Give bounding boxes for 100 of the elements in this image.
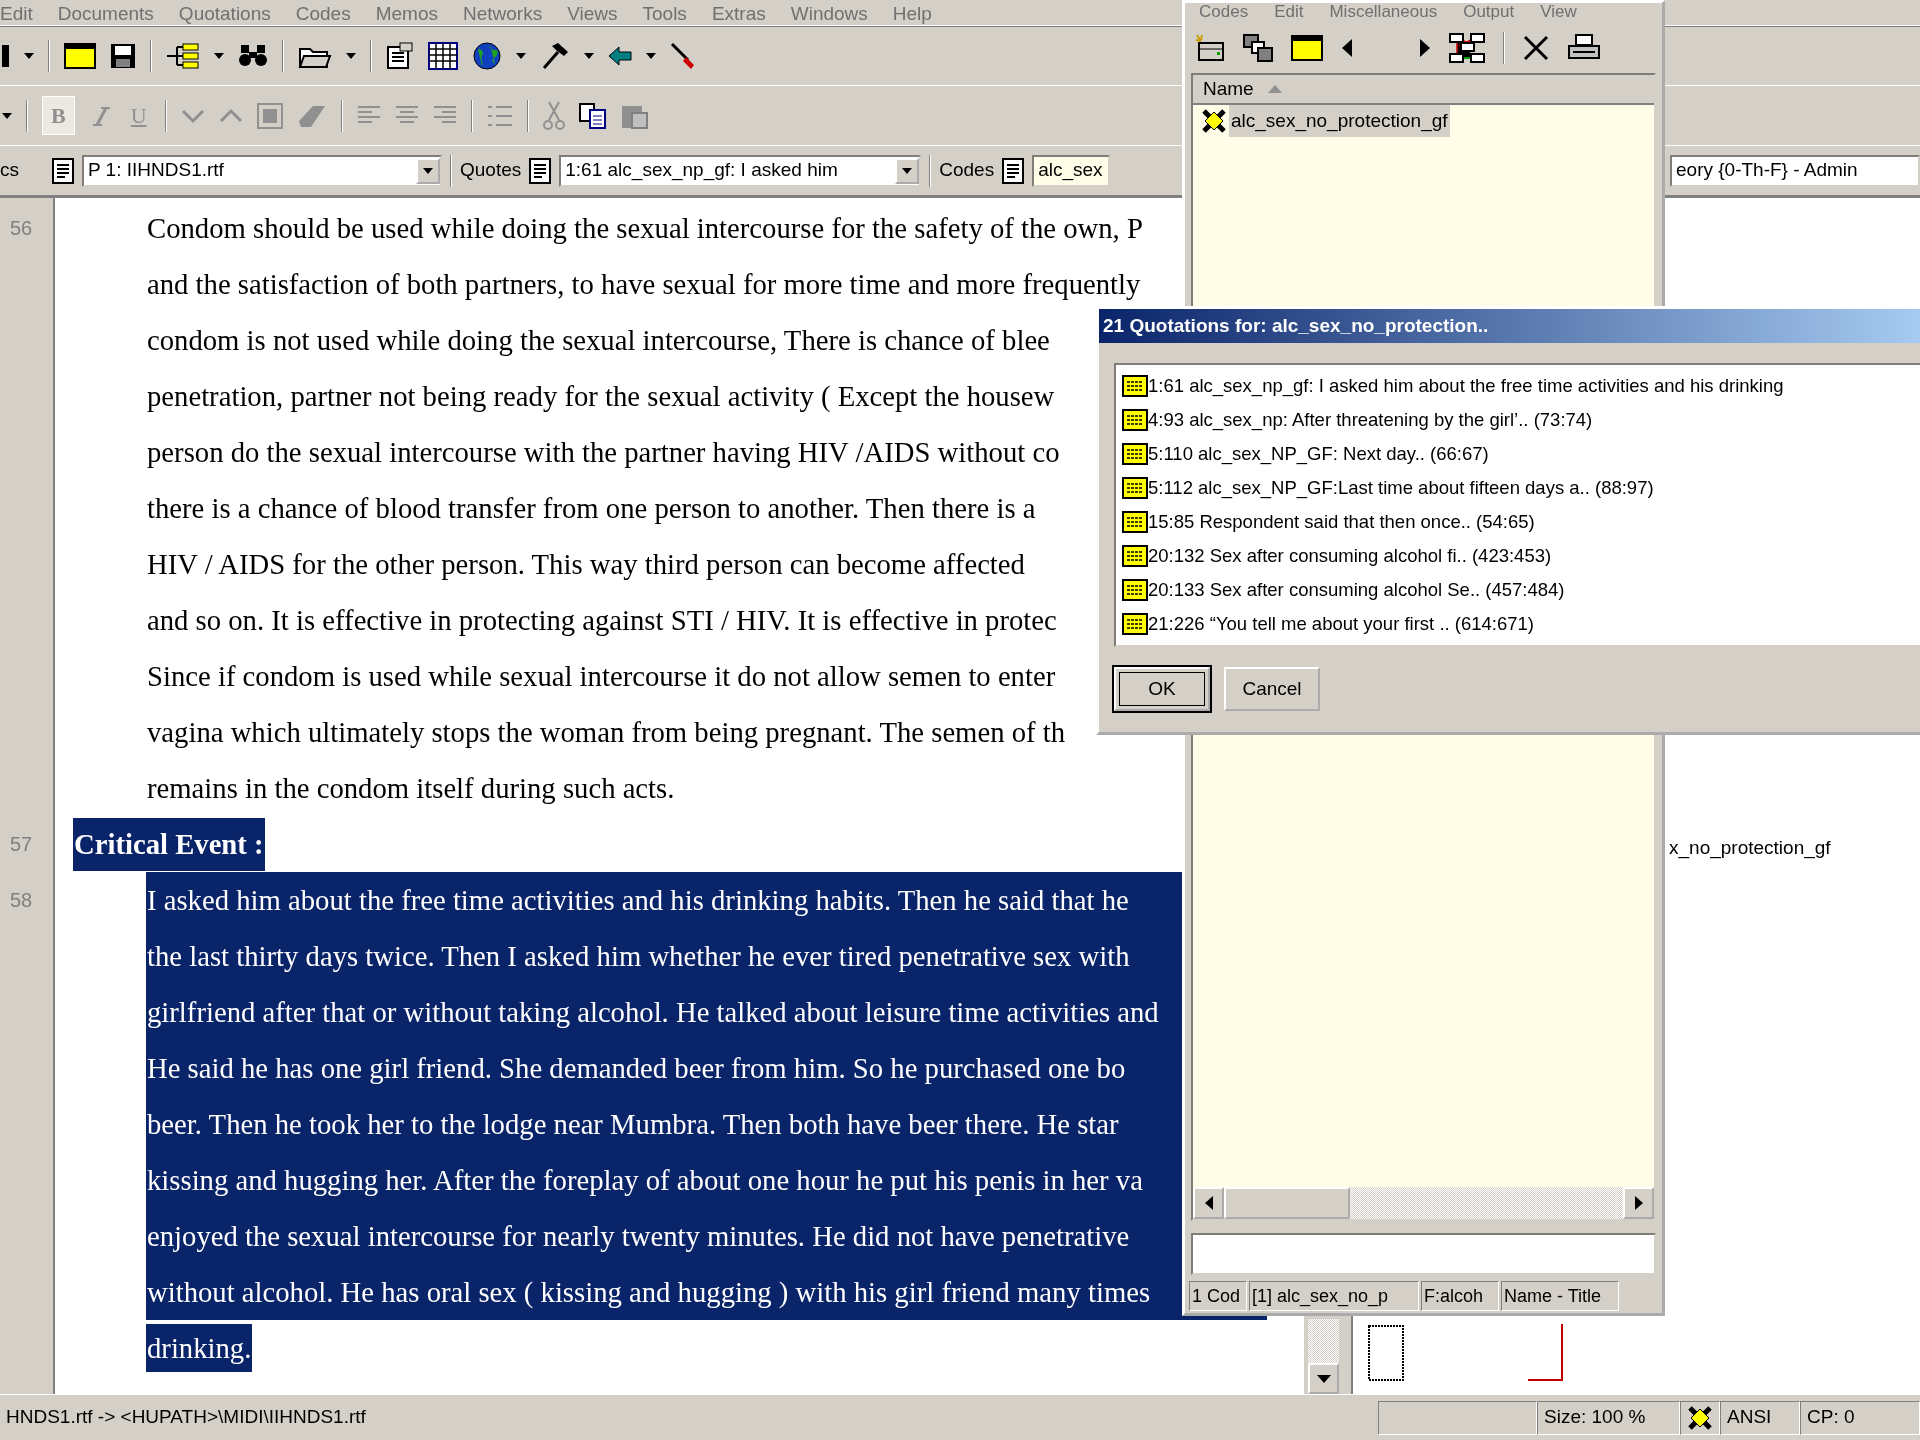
status-panel: Name - Title <box>1501 1281 1619 1311</box>
dropdown-caret-icon[interactable] <box>646 52 656 59</box>
quotation-item[interactable]: 20:132 Sex after consuming alcohol fi.. (423:453) <box>1148 542 1552 570</box>
close-icon[interactable] <box>1523 35 1549 61</box>
quotation-item[interactable]: 1:61 alc_sex_np_gf: I asked him about the free time activities and his drinking <box>1148 372 1784 400</box>
code-icon <box>1201 108 1227 134</box>
document-icon[interactable] <box>52 157 74 184</box>
text-line: HIV / AIDS for the other person. This way third person can become affected <box>146 547 1026 582</box>
dropdown-button[interactable] <box>416 157 440 184</box>
line-number: 58 <box>9 888 34 913</box>
status-panel: 1 Cod <box>1189 1281 1247 1311</box>
document-icon[interactable] <box>529 157 552 184</box>
title-field[interactable]: eory {0-Th-F} - Admin <box>1670 154 1920 187</box>
underline-button[interactable]: U <box>126 99 151 132</box>
menu-item[interactable]: Extras <box>711 3 766 25</box>
window-icon[interactable] <box>64 42 96 69</box>
menu-item[interactable]: View <box>1540 3 1577 23</box>
quotation-icon <box>1122 375 1148 397</box>
menu-item[interactable]: Documents <box>57 3 154 25</box>
overlapping-squares-icon[interactable] <box>1243 34 1273 62</box>
right-arrow-icon <box>1633 1196 1644 1210</box>
quotation-icon <box>1122 443 1148 465</box>
sort-arrow-icon <box>1267 85 1282 93</box>
dropdown-button[interactable] <box>895 157 920 184</box>
quotation-item[interactable]: 20:133 Sex after consuming alcohol Se.. (457:484) <box>1148 576 1565 604</box>
pen-icon[interactable] <box>670 41 696 70</box>
status-panel: [1] alc_sex_no_p <box>1249 1281 1419 1311</box>
text-line: Condom should be used while doing the sexual intercourse for the safety of the own, P <box>146 211 1144 246</box>
save-icon[interactable] <box>110 42 136 69</box>
menu-item[interactable]: Edit <box>1274 3 1304 23</box>
menu-item[interactable]: Windows <box>790 3 868 25</box>
menu-item[interactable]: Memos <box>375 3 438 25</box>
ok-button[interactable]: OK <box>1114 667 1210 711</box>
dropdown-caret-icon[interactable] <box>214 52 224 59</box>
line-number: 57 <box>9 832 34 857</box>
text-line: Since if condom is used while sexual intercourse it do not allow semen to enter <box>146 659 1057 694</box>
menu-item[interactable]: Output <box>1463 3 1515 23</box>
network-icon[interactable] <box>1449 33 1485 63</box>
text-line: and the satisfaction of both partners, to have sexual for more time and more frequently <box>146 267 1142 302</box>
copy-icon[interactable] <box>578 102 607 129</box>
quotation-item[interactable]: 4:93 alc_sex_np: After threatening by the girl’.. (73:74) <box>1148 406 1593 434</box>
menu-item[interactable]: Edit <box>0 3 33 25</box>
next-icon[interactable] <box>1419 38 1431 58</box>
quotation-item[interactable]: 5:110 alc_sex_NP_GF: Next day.. (66:67) <box>1148 440 1489 468</box>
status-size: Size: 100 % <box>1537 1400 1680 1435</box>
window-icon[interactable] <box>1291 35 1323 61</box>
text-line: remains in the condom itself during such acts. <box>146 771 676 806</box>
cancel-button[interactable]: Cancel <box>1224 667 1320 711</box>
menu-item[interactable]: Tools <box>642 3 687 25</box>
dropdown-caret-icon[interactable] <box>346 52 356 59</box>
code-list-item[interactable]: alc_sex_no_protection_gf <box>1229 104 1450 138</box>
dropdown-caret-icon[interactable] <box>24 52 34 59</box>
text-line: penetration, partner not being ready for the sexual activity ( Except the housew <box>146 379 1056 414</box>
quotation-icon <box>1122 579 1148 601</box>
globe-icon[interactable] <box>472 40 502 71</box>
down-arrow-icon <box>1316 1373 1331 1384</box>
dropdown-caret-icon[interactable] <box>2 112 12 119</box>
menu-item[interactable]: Codes <box>1199 3 1249 23</box>
status-code-page: CP: 0 <box>1800 1400 1920 1435</box>
quotes-label: Quotes <box>460 158 522 183</box>
tree-icon[interactable] <box>166 42 200 69</box>
search-icon[interactable] <box>238 43 268 68</box>
menu-item[interactable]: Quotations <box>178 3 271 25</box>
caret-icon <box>902 167 913 174</box>
quotation-icon <box>1122 613 1148 635</box>
horizontal-scrollbar[interactable] <box>1193 1187 1654 1219</box>
line-number: 56 <box>9 216 34 241</box>
table-icon[interactable] <box>428 41 458 70</box>
document-icon[interactable] <box>1002 157 1025 184</box>
document-selector[interactable]: P 1: IIHNDS1.rtf <box>82 154 442 187</box>
toolbar-icon[interactable] <box>2 42 10 69</box>
menu-item[interactable]: Miscellaneous <box>1329 3 1438 23</box>
back-arrow-icon[interactable] <box>608 45 632 66</box>
properties-icon[interactable] <box>386 41 414 70</box>
menu-item[interactable]: Networks <box>463 3 543 25</box>
menu-item[interactable]: Help <box>892 3 932 25</box>
scroll-down-button[interactable] <box>1308 1363 1339 1394</box>
menu-item[interactable]: Codes <box>295 3 351 25</box>
dropdown-caret-icon[interactable] <box>516 52 526 59</box>
code-selector[interactable]: alc_sex <box>1032 154 1111 187</box>
dropdown-caret-icon[interactable] <box>584 52 594 59</box>
margin-code-label[interactable]: x_no_protection_gf <box>1669 834 1831 863</box>
text-line: condom is not used while doing the sexual intercourse, There is chance of blee <box>146 323 1051 358</box>
print-icon[interactable] <box>1567 34 1601 62</box>
quotation-item[interactable]: 15:85 Respondent said that then once.. (54:65) <box>1148 508 1535 536</box>
code-icon <box>1687 1404 1713 1431</box>
scroll-left-button[interactable] <box>1193 1187 1224 1219</box>
quotation-item[interactable]: 21:226 “You tell me about your first .. (614:671) <box>1148 610 1534 638</box>
hammer-icon[interactable] <box>540 41 570 70</box>
bold-button[interactable]: B <box>42 96 75 135</box>
quotation-icon <box>1122 545 1148 567</box>
comment-field[interactable] <box>1191 1233 1656 1275</box>
new-code-icon[interactable] <box>1195 34 1225 62</box>
scroll-right-button[interactable] <box>1623 1187 1654 1219</box>
column-header[interactable]: Name <box>1193 75 1654 105</box>
previous-icon[interactable] <box>1341 38 1353 58</box>
quotation-item[interactable]: 5:112 alc_sex_NP_GF:Last time about fifteen days a.. (88:97) <box>1148 474 1654 502</box>
quote-selector[interactable]: 1:61 alc_sex_np_gf: I asked him <box>559 154 922 187</box>
menu-item[interactable]: Views <box>567 3 618 25</box>
status-encoding: ANSI <box>1720 1400 1800 1435</box>
